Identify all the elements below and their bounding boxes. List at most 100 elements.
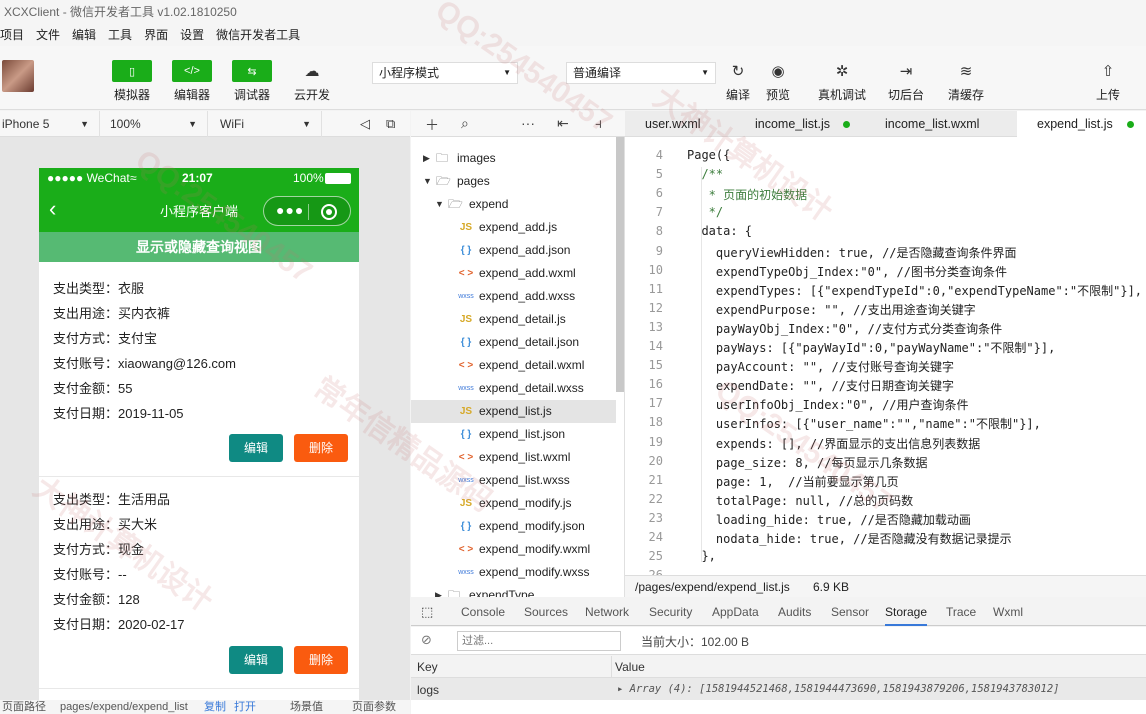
tree-file[interactable]: wxss expend_list.wxss: [411, 469, 616, 492]
zoom-select[interactable]: 100% ▼: [104, 111, 208, 137]
code-editor[interactable]: 4 Page({5 /** 6 * 页面的初始数据 7 */ 8 data: {9 qu…: [625, 137, 1146, 575]
upload-button[interactable]: ⇧ 上传: [1086, 60, 1130, 103]
collapsed-arrow-icon[interactable]: ▶: [435, 584, 442, 597]
tab-appdata[interactable]: AppData: [712, 598, 759, 626]
capsule-menu[interactable]: ●●●: [263, 196, 351, 226]
file-path: /pages/expend/expend_list.js: [635, 580, 790, 594]
simulator-button[interactable]: ▯ 模拟器: [110, 60, 154, 103]
copy-link[interactable]: 复制: [204, 700, 226, 714]
line-number: 4: [655, 148, 663, 162]
remote-debug-button[interactable]: ✲ 真机调试: [812, 60, 872, 103]
line-number: 7: [655, 205, 663, 220]
menu-project[interactable]: 项目: [0, 24, 30, 46]
tree-file[interactable]: { } expend_detail.json: [411, 331, 616, 354]
tree-file[interactable]: JS expend_add.js: [411, 216, 616, 239]
code-line: /**: [687, 167, 724, 182]
storage-table-header: Key Value: [411, 656, 1146, 678]
tab-expend-list-js[interactable]: expend_list.js: [1017, 111, 1146, 137]
tree-file[interactable]: < > expend_modify.wxml: [411, 538, 616, 561]
tab-sources[interactable]: Sources: [524, 598, 568, 626]
record-type: 支出类型：生活用品: [53, 492, 171, 507]
speaker-icon[interactable]: ◁: [360, 111, 370, 137]
tab-security[interactable]: Security: [649, 598, 692, 626]
tree-file[interactable]: { } expend_modify.json: [411, 515, 616, 538]
wxml-file-icon: < >: [458, 268, 474, 279]
cloud-button[interactable]: ☁ 云开发: [290, 60, 334, 103]
background-button[interactable]: ⇥ 切后台: [884, 60, 928, 103]
menu-settings[interactable]: 设置: [174, 24, 210, 46]
tab-user-wxml[interactable]: user.wxml: [625, 111, 733, 137]
tree-scrollbar[interactable]: [616, 137, 624, 392]
tree-file[interactable]: JS expend_detail.js: [411, 308, 616, 331]
inspect-icon[interactable]: ⬚: [421, 598, 433, 626]
tab-storage[interactable]: Storage: [885, 598, 928, 626]
menu-file[interactable]: 文件: [30, 24, 66, 46]
avatar[interactable]: [2, 60, 34, 92]
line-number: 15: [648, 358, 663, 373]
tree-file[interactable]: JS expend_list.js: [411, 400, 616, 423]
delete-button[interactable]: 删除: [294, 646, 348, 674]
add-icon[interactable]: ＋: [425, 115, 439, 135]
open-link[interactable]: 打开: [234, 700, 256, 714]
menu-view[interactable]: 界面: [138, 24, 174, 46]
code-line: */: [687, 205, 724, 220]
phone-status-bar: ●●●●● WeChat ≈ 21:07 100%: [39, 168, 359, 188]
tree-item-label: expend_detail.json: [479, 335, 580, 349]
line-number: 20: [648, 453, 663, 468]
more-icon[interactable]: ···: [521, 115, 535, 131]
tree-folder[interactable]: ▼ 🗁 pages: [411, 170, 616, 193]
menu-edit[interactable]: 编辑: [66, 24, 102, 46]
collapsed-arrow-icon[interactable]: ▶: [423, 147, 430, 170]
compile-button[interactable]: ↻ 编译: [716, 60, 760, 103]
tree-file[interactable]: { } expend_add.json: [411, 239, 616, 262]
window-icon[interactable]: ⧉: [386, 111, 395, 137]
compile-select[interactable]: 普通编译 ▼: [566, 62, 716, 84]
tab-income-list-wxml[interactable]: income_list.wxml: [865, 111, 1015, 137]
filter-input[interactable]: [457, 631, 621, 651]
expanded-arrow-icon[interactable]: ▼: [435, 193, 444, 216]
editor-button[interactable]: </> 编辑器: [170, 60, 214, 103]
tab-audits[interactable]: Audits: [778, 598, 811, 626]
search-icon[interactable]: ⌕: [461, 115, 469, 132]
clear-icon[interactable]: ⊘: [421, 632, 432, 648]
tab-sensor[interactable]: Sensor: [831, 598, 869, 626]
toggle-query-button[interactable]: 显示或隐藏查询视图: [39, 232, 359, 262]
tab-console[interactable]: Console: [461, 598, 505, 626]
menu-tools[interactable]: 工具: [102, 24, 138, 46]
tree-file[interactable]: { } expend_list.json: [411, 423, 616, 446]
tree-file[interactable]: < > expend_add.wxml: [411, 262, 616, 285]
clear-cache-button[interactable]: ≋ 清缓存: [944, 60, 988, 103]
tree-file[interactable]: wxss expend_modify.wxss: [411, 561, 616, 584]
tab-income-list-js[interactable]: income_list.js: [735, 111, 863, 137]
edit-button[interactable]: 编辑: [229, 434, 283, 462]
storage-row[interactable]: logs ▸ Array (4): [1581944521468,1581944…: [411, 678, 1146, 714]
delete-button[interactable]: 删除: [294, 434, 348, 462]
modified-dot: [843, 121, 850, 128]
tree-item-label: expend_modify.json: [479, 519, 585, 533]
tab-wxml[interactable]: Wxml: [993, 598, 1023, 626]
edit-button[interactable]: 编辑: [229, 646, 283, 674]
tree-file[interactable]: wxss expend_detail.wxss: [411, 377, 616, 400]
folder-icon: 🗀: [448, 588, 461, 597]
tree-folder[interactable]: ▶ 🗀 expendType: [411, 584, 616, 597]
preview-button[interactable]: ◉ 预览: [756, 60, 800, 103]
menu-devtools[interactable]: 微信开发者工具: [210, 24, 306, 46]
sidebar-toggle-icon[interactable]: ⫞: [595, 115, 602, 132]
tab-trace[interactable]: Trace: [946, 598, 976, 626]
device-select[interactable]: iPhone 5 ▼: [0, 111, 100, 137]
tree-file[interactable]: JS expend_modify.js: [411, 492, 616, 515]
network-select[interactable]: WiFi ▼: [212, 111, 322, 137]
tree-file[interactable]: wxss expend_add.wxss: [411, 285, 616, 308]
more-icon[interactable]: ●●●: [276, 202, 304, 218]
close-circle-icon[interactable]: [321, 204, 337, 220]
page-path: pages/expend/expend_list: [60, 701, 188, 713]
tree-folder[interactable]: ▼ 🗁 expend: [411, 193, 616, 216]
debugger-button[interactable]: ⇆ 调试器: [230, 60, 274, 103]
mode-select[interactable]: 小程序模式 ▼: [372, 62, 518, 84]
tree-folder[interactable]: ▶ 🗀 images: [411, 147, 616, 170]
expanded-arrow-icon[interactable]: ▼: [423, 170, 432, 193]
tree-file[interactable]: < > expend_list.wxml: [411, 446, 616, 469]
tree-file[interactable]: < > expend_detail.wxml: [411, 354, 616, 377]
collapse-icon[interactable]: ⇤: [557, 115, 569, 132]
tab-network[interactable]: Network: [585, 598, 629, 626]
